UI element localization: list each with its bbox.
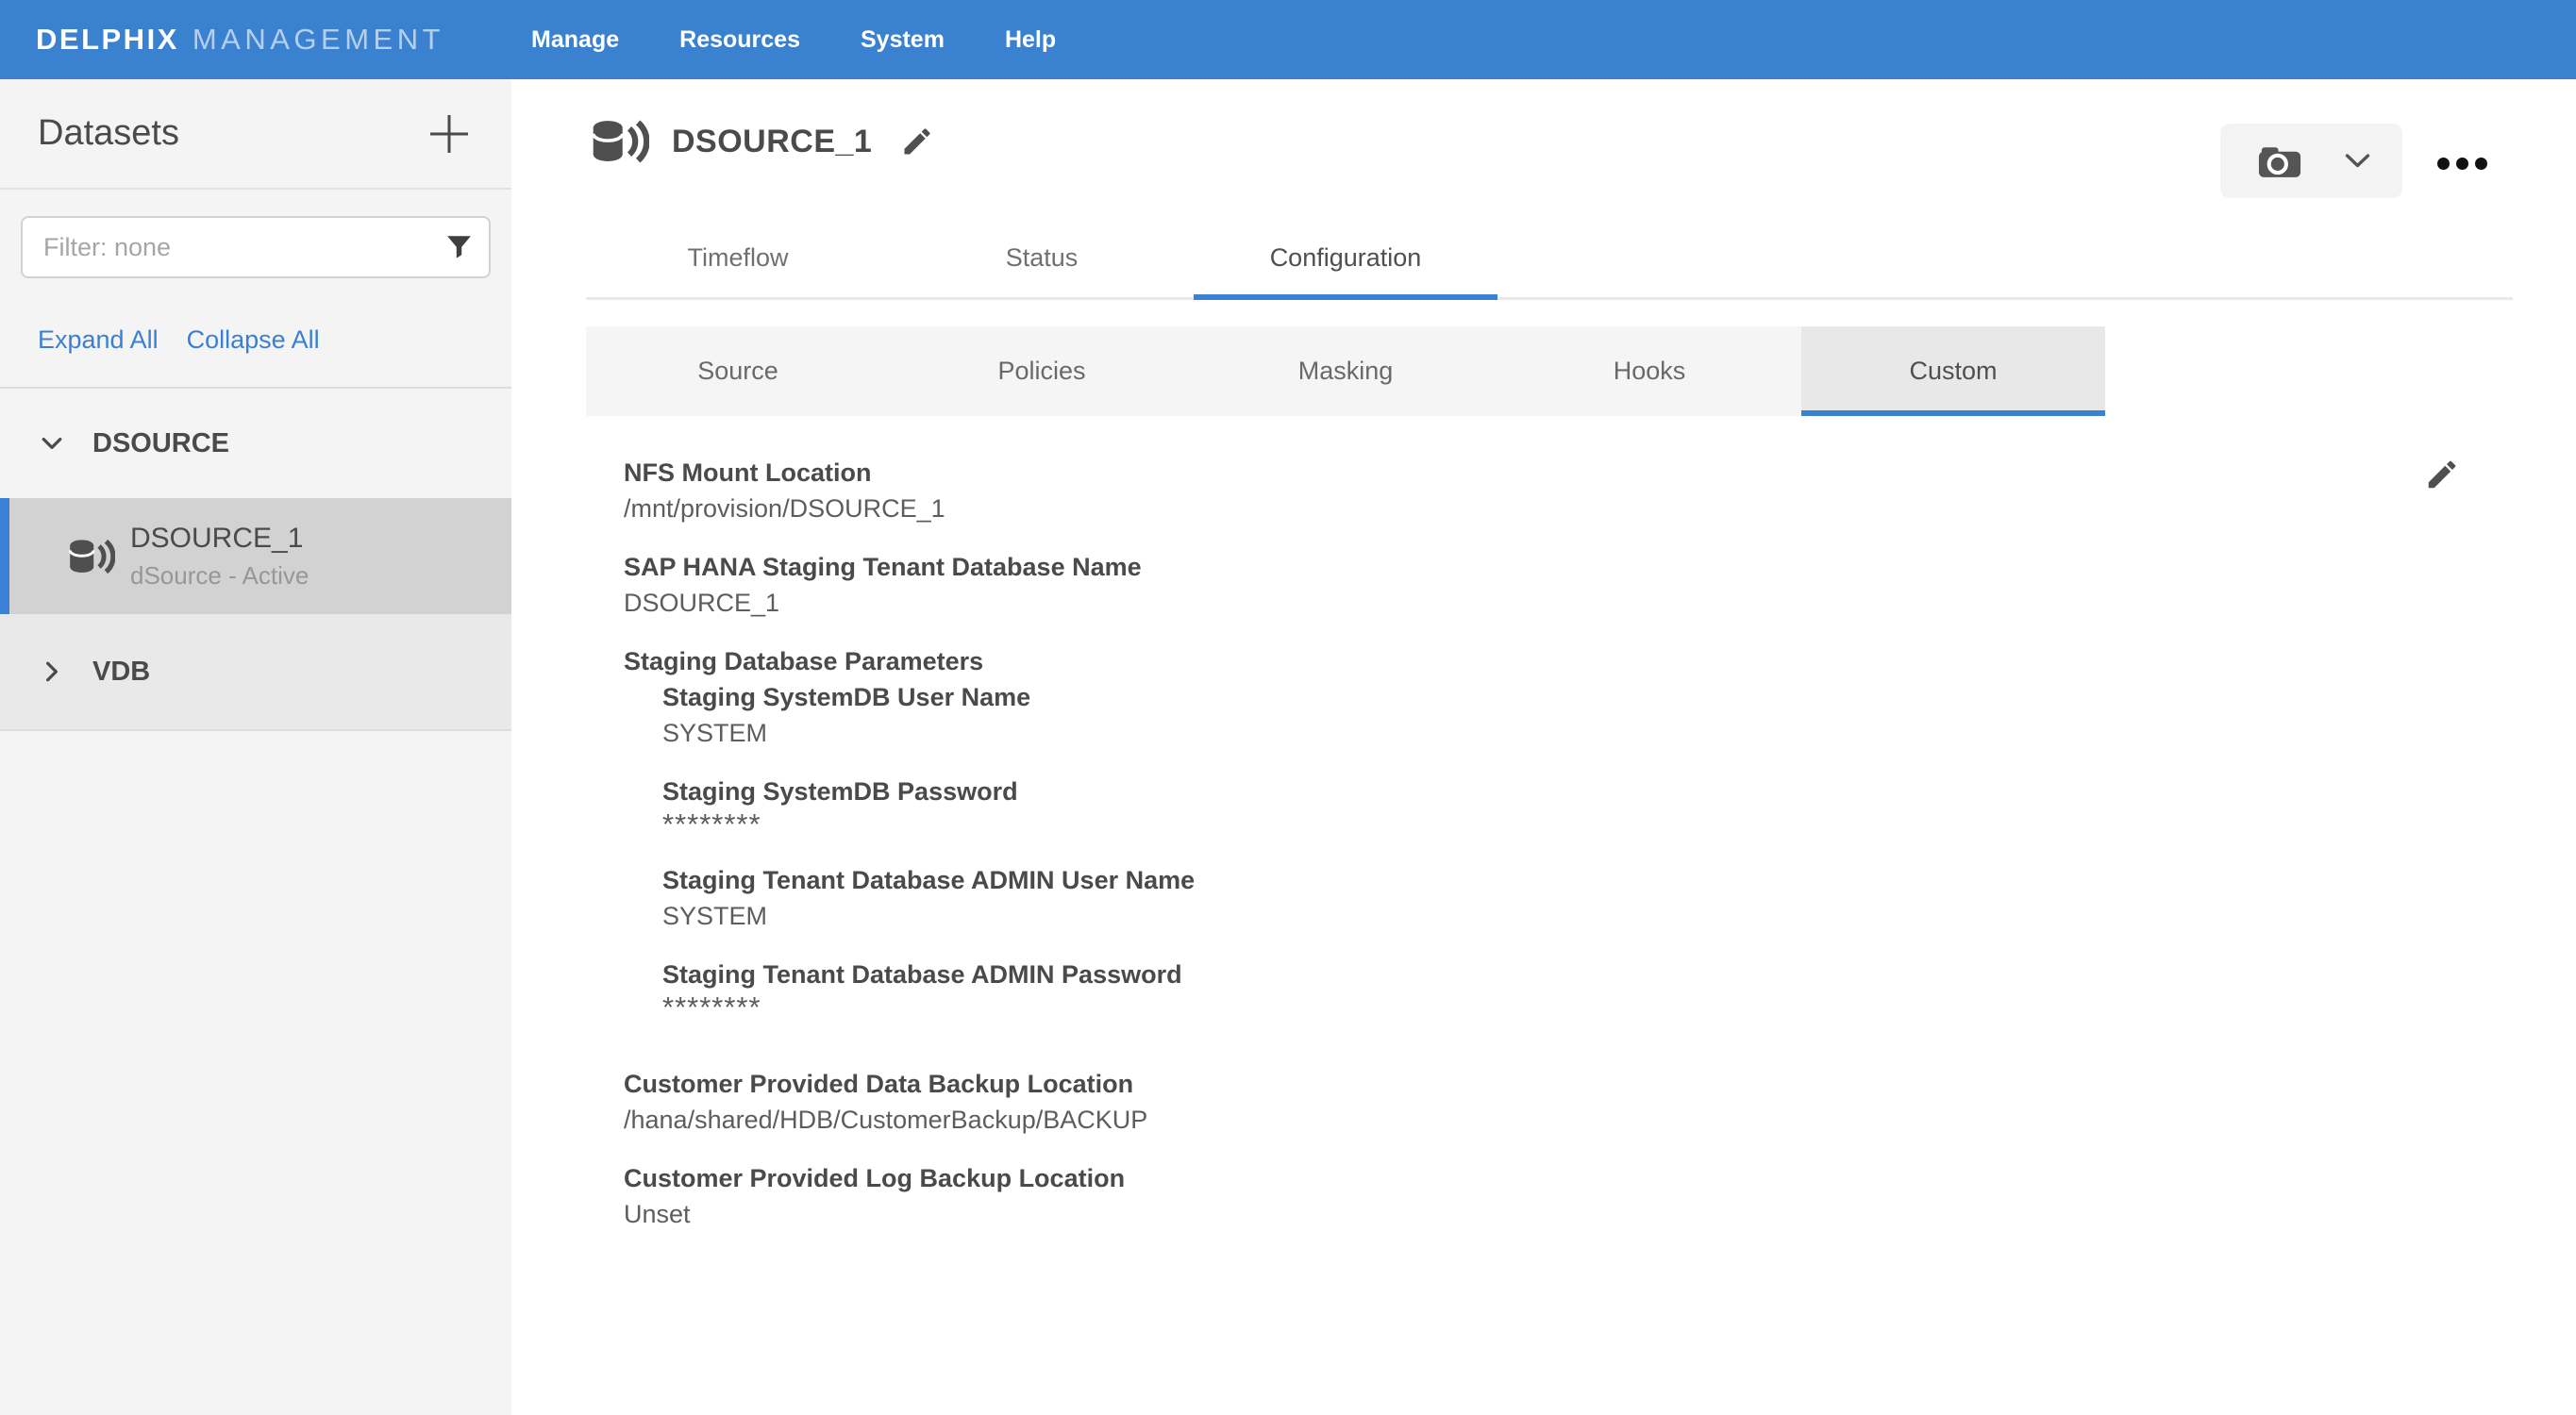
more-actions-button[interactable] (2435, 152, 2489, 175)
config-field-nfs-mount: NFS Mount Location /mnt/provision/DSOURC… (624, 455, 1945, 526)
delphix-management-app: DELPHIX MANAGEMENT Manage Resources Syst… (0, 0, 2576, 1415)
tree-expand-controls: Expand All Collapse All (38, 325, 511, 355)
tree-item-text: DSOURCE_1 dSource - Active (130, 523, 309, 591)
staging-db-parameters-children: Staging SystemDB User Name SYSTEM Stagin… (662, 679, 1945, 1023)
config-field-tenant-admin-user: Staging Tenant Database ADMIN User Name … (662, 862, 1945, 934)
tab-status[interactable]: Status (890, 219, 1194, 297)
field-value: DSOURCE_1 (624, 585, 1945, 621)
sidebar-title: Datasets (38, 113, 179, 154)
page-title: DSOURCE_1 (672, 124, 872, 160)
brand-secondary: MANAGEMENT (192, 23, 444, 57)
dsource-icon (591, 117, 649, 166)
tree-item-dsource-1[interactable]: DSOURCE_1 dSource - Active (0, 498, 511, 614)
snapshot-button[interactable] (2220, 124, 2402, 198)
tree-group-label: DSOURCE (92, 428, 229, 459)
field-value: /hana/shared/HDB/CustomerBackup/BACKUP (624, 1102, 1945, 1138)
ellipsis-icon (2437, 158, 2450, 170)
dataset-tabs: Timeflow Status Configuration (586, 219, 2513, 300)
field-label: Staging SystemDB User Name (662, 679, 1945, 715)
field-label: Staging SystemDB Password (662, 774, 1945, 809)
menu-help[interactable]: Help (1005, 26, 1056, 54)
field-value: SYSTEM (662, 898, 1945, 934)
collapse-all-link[interactable]: Collapse All (187, 325, 320, 355)
config-field-log-backup-location: Customer Provided Log Backup Location Un… (624, 1160, 1945, 1232)
expand-all-link[interactable]: Expand All (38, 325, 159, 355)
field-value: SYSTEM (662, 715, 1945, 751)
dsource-icon (68, 537, 115, 576)
menu-manage[interactable]: Manage (531, 26, 619, 54)
filter-funnel-icon[interactable] (446, 234, 472, 259)
subtab-source[interactable]: Source (586, 326, 890, 416)
field-value-masked: ******** (662, 992, 1945, 1023)
field-label: Customer Provided Log Backup Location (624, 1160, 1945, 1196)
filter-input[interactable] (21, 216, 491, 278)
chevron-down-icon (2345, 153, 2370, 169)
subtab-masking[interactable]: Masking (1194, 326, 1497, 416)
field-label: NFS Mount Location (624, 455, 1945, 491)
rename-dataset-button[interactable] (900, 125, 934, 158)
tab-configuration[interactable]: Configuration (1194, 219, 1497, 297)
config-field-systemdb-password: Staging SystemDB Password ******** (662, 774, 1945, 840)
filter-field-wrap (21, 216, 491, 278)
config-field-systemdb-user: Staging SystemDB User Name SYSTEM (662, 679, 1945, 751)
menu-system[interactable]: System (861, 26, 945, 54)
chevron-down-icon[interactable] (38, 429, 66, 458)
config-field-data-backup-location: Customer Provided Data Backup Location /… (624, 1066, 1945, 1138)
top-menu: Manage Resources System Help (531, 26, 1056, 54)
field-label: Customer Provided Data Backup Location (624, 1066, 1945, 1102)
field-value-masked: ******** (662, 809, 1945, 840)
menu-resources[interactable]: Resources (679, 26, 800, 54)
field-label: Staging Tenant Database ADMIN Password (662, 957, 1945, 992)
field-label: Staging Tenant Database ADMIN User Name (662, 862, 1945, 898)
plus-icon (425, 109, 474, 158)
chevron-right-icon[interactable] (38, 658, 66, 686)
ellipsis-icon (2456, 158, 2468, 170)
field-label: SAP HANA Staging Tenant Database Name (624, 549, 1945, 585)
camera-icon (2256, 142, 2303, 181)
subtab-hooks[interactable]: Hooks (1497, 326, 1801, 416)
sidebar-header: Datasets (0, 79, 511, 190)
tree-group-label: VDB (92, 657, 150, 688)
delphix-logo: DELPHIX MANAGEMENT (36, 23, 444, 57)
add-dataset-button[interactable] (425, 109, 474, 158)
tree-item-status: dSource - Active (130, 561, 309, 591)
datasets-sidebar: Datasets Expand All Collapse All (0, 79, 511, 1415)
subtab-custom[interactable]: Custom (1801, 326, 2105, 416)
tree-group-vdb[interactable]: VDB (0, 614, 511, 731)
tab-timeflow[interactable]: Timeflow (586, 219, 890, 297)
top-navigation-bar: DELPHIX MANAGEMENT Manage Resources Syst… (0, 0, 2576, 79)
main-panel: DSOURCE_1 Timeflow Status (511, 79, 2576, 1415)
custom-configuration-panel: NFS Mount Location /mnt/provision/DSOURC… (624, 455, 1945, 1255)
subtab-policies[interactable]: Policies (890, 326, 1194, 416)
field-value: /mnt/provision/DSOURCE_1 (624, 491, 1945, 526)
group-label: Staging Database Parameters (624, 643, 1945, 679)
configuration-subtabs: Source Policies Masking Hooks Custom (586, 326, 2105, 416)
config-group-staging-db-parameters: Staging Database Parameters (624, 643, 1945, 679)
config-field-staging-tenant-db-name: SAP HANA Staging Tenant Database Name DS… (624, 549, 1945, 621)
config-field-tenant-admin-password: Staging Tenant Database ADMIN Password *… (662, 957, 1945, 1023)
pencil-icon (900, 125, 934, 158)
edit-custom-configuration-button[interactable] (2424, 457, 2460, 492)
dataset-header: DSOURCE_1 (591, 117, 934, 166)
ellipsis-icon (2475, 158, 2487, 170)
tree-group-dsource[interactable]: DSOURCE (0, 387, 511, 498)
datasets-tree: DSOURCE DSOURCE_1 dSource - Active (0, 387, 511, 731)
field-value: Unset (624, 1196, 1945, 1232)
tree-item-name: DSOURCE_1 (130, 523, 309, 555)
brand-primary: DELPHIX (36, 23, 179, 57)
pencil-icon (2424, 457, 2460, 492)
